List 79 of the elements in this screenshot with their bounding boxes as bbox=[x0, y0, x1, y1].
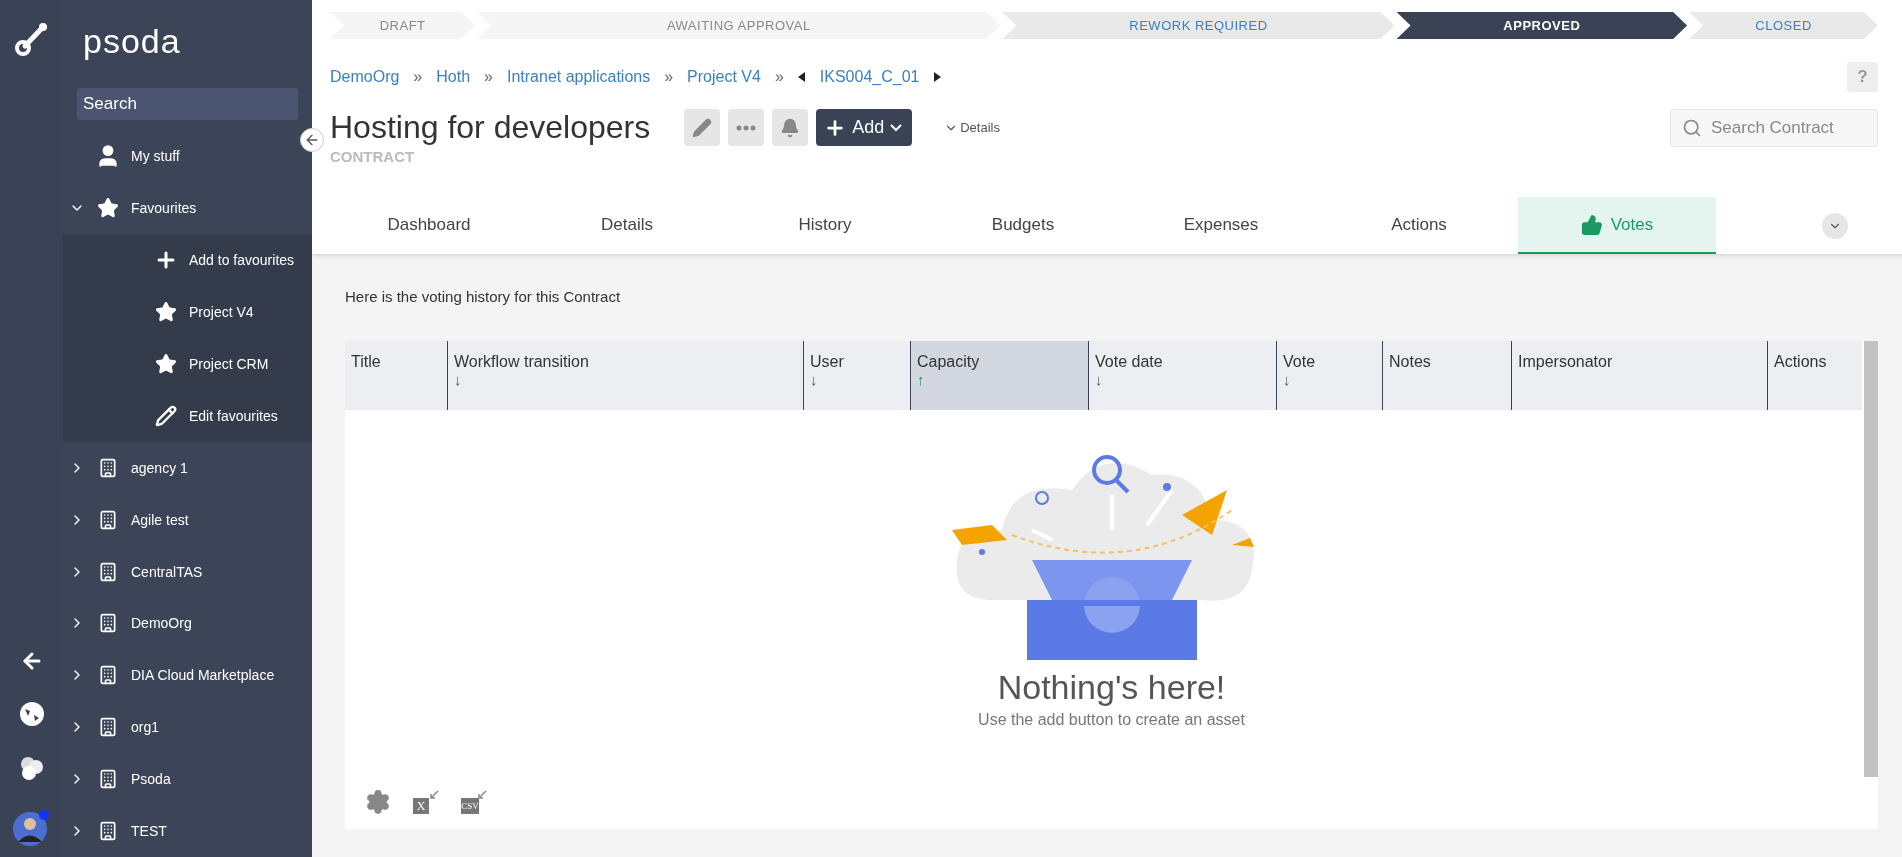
sidebar-item[interactable]: Add to favourites bbox=[63, 233, 312, 286]
column-header[interactable]: Title bbox=[345, 341, 447, 410]
sidebar-item[interactable]: org1 bbox=[63, 701, 312, 754]
edit-button[interactable] bbox=[684, 109, 721, 146]
bell-button[interactable] bbox=[772, 109, 809, 146]
avatar[interactable] bbox=[12, 809, 51, 847]
building-icon bbox=[98, 509, 118, 530]
star-icon bbox=[155, 352, 177, 375]
sidebar-item[interactable]: Project V4 bbox=[63, 285, 312, 338]
building-icon bbox=[98, 613, 118, 634]
tab[interactable]: Dashboard bbox=[330, 197, 528, 254]
details-toggle[interactable]: Details bbox=[938, 119, 1006, 136]
sidebar-item[interactable]: DemoOrg bbox=[63, 597, 312, 650]
column-header[interactable]: Impersonator bbox=[1511, 341, 1767, 410]
previous-icon[interactable] bbox=[797, 72, 806, 82]
more-button[interactable] bbox=[728, 109, 765, 146]
add-button[interactable]: Add bbox=[816, 109, 913, 146]
pencil-icon bbox=[692, 117, 713, 138]
building-icon bbox=[98, 561, 118, 582]
tab[interactable]: Budgets bbox=[924, 197, 1122, 254]
column-header[interactable]: Notes bbox=[1382, 341, 1511, 410]
breadcrumb-separator: » bbox=[774, 68, 784, 86]
sidebar-item[interactable]: Psoda bbox=[63, 753, 312, 806]
brand-logo: psoda bbox=[82, 21, 182, 62]
tab[interactable]: Details bbox=[528, 197, 726, 254]
breadcrumb-link[interactable]: Project V4 bbox=[687, 68, 761, 86]
building-icon bbox=[98, 717, 118, 738]
workflow-step[interactable]: APPROVED bbox=[1396, 12, 1688, 39]
sidebar-item[interactable]: Project CRM bbox=[63, 337, 312, 390]
sidebar-item[interactable]: Favourites bbox=[63, 181, 312, 234]
building-icon bbox=[98, 457, 118, 478]
breadcrumb-separator: » bbox=[484, 68, 493, 86]
sidebar-item[interactable]: agency 1 bbox=[63, 441, 312, 494]
tab[interactable]: History bbox=[726, 197, 924, 254]
collapse-sidebar-button[interactable] bbox=[300, 128, 324, 152]
arrow-icon bbox=[429, 790, 439, 800]
breadcrumb-separator: » bbox=[664, 68, 674, 86]
sidebar-item[interactable]: My stuff bbox=[63, 129, 312, 182]
arrow-icon bbox=[477, 790, 487, 800]
arrow-left-icon bbox=[304, 132, 320, 148]
column-header[interactable]: Vote ↓ bbox=[1276, 341, 1382, 410]
chevron-down-icon bbox=[890, 123, 903, 132]
sidebar-item[interactable]: Edit favourites bbox=[63, 389, 312, 442]
settings-icon[interactable] bbox=[365, 789, 391, 815]
search-field[interactable]: Search Contract bbox=[1670, 109, 1878, 147]
star-icon bbox=[97, 196, 119, 219]
sidebar-item[interactable]: TEST bbox=[63, 805, 312, 857]
next-icon[interactable] bbox=[933, 72, 942, 82]
building-icon bbox=[98, 821, 118, 842]
column-header[interactable]: Capacity ↑ bbox=[910, 341, 1088, 410]
empty-state-text: Use the add button to create an asset bbox=[978, 711, 1245, 729]
page-title: Hosting for developers bbox=[330, 109, 651, 146]
column-header[interactable]: Workflow transition ↓ bbox=[447, 341, 803, 410]
sidebar-item[interactable]: CentralTAS bbox=[63, 545, 312, 598]
bell-icon bbox=[780, 117, 801, 138]
building-icon bbox=[98, 665, 118, 686]
breadcrumb-link[interactable]: IKS004_C_01 bbox=[819, 68, 920, 86]
star-icon bbox=[155, 300, 177, 323]
more-icon bbox=[736, 124, 757, 131]
breadcrumb-link[interactable]: DemoOrg bbox=[330, 68, 400, 86]
globe-icon[interactable] bbox=[18, 701, 45, 727]
column-header[interactable]: Actions bbox=[1767, 341, 1858, 410]
column-header[interactable]: Vote date ↓ bbox=[1088, 341, 1276, 410]
page-subtitle: CONTRACT bbox=[330, 148, 416, 165]
breadcrumb-link[interactable]: Intranet applications bbox=[506, 68, 651, 86]
tab[interactable]: Actions bbox=[1320, 197, 1518, 254]
logo-icon bbox=[13, 20, 50, 56]
intro-text: Here is the voting history for this Contract bbox=[345, 288, 622, 305]
breadcrumb-link[interactable]: Hoth bbox=[436, 68, 471, 86]
search-field[interactable]: Search bbox=[77, 87, 298, 120]
breadcrumb-separator: » bbox=[413, 68, 423, 86]
sidebar-item[interactable]: DIA Cloud Marketplace bbox=[63, 649, 312, 702]
thumbs-up-icon bbox=[1580, 213, 1603, 236]
building-icon bbox=[98, 769, 118, 790]
empty-state-title: Nothing's here! bbox=[997, 668, 1226, 707]
tab[interactable]: Expenses bbox=[1122, 197, 1320, 254]
pencil-icon bbox=[155, 404, 177, 427]
scrollbar[interactable] bbox=[1864, 341, 1878, 777]
sidebar-item[interactable]: Agile test bbox=[63, 493, 312, 546]
